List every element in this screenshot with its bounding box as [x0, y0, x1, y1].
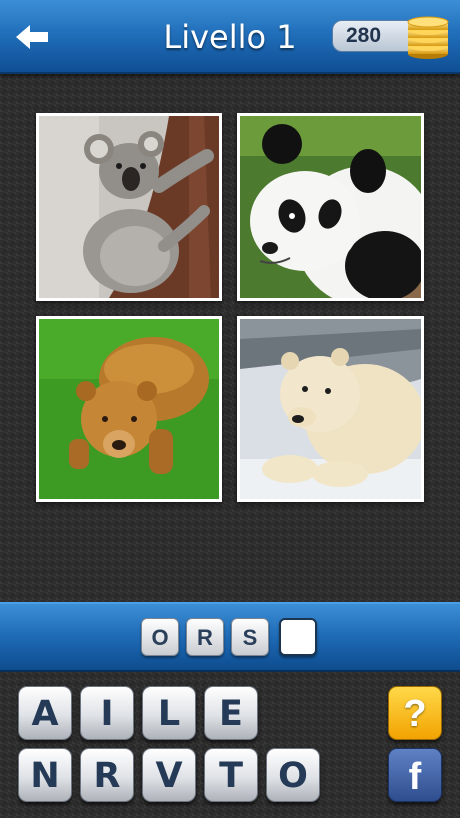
letter-key-v[interactable]: V — [142, 748, 196, 802]
top-bar: Livello 1 280 — [0, 0, 460, 74]
facebook-button[interactable]: f — [388, 748, 442, 802]
polar-bear-image — [240, 319, 421, 499]
letter-key-r[interactable]: R — [80, 748, 134, 802]
answer-slot-1[interactable]: O — [141, 618, 179, 656]
letter-key-i[interactable]: I — [80, 686, 134, 740]
koala-image — [39, 116, 219, 298]
letter-key-l[interactable]: L — [142, 686, 196, 740]
image-tile-koala[interactable] — [36, 113, 222, 301]
brown-bear-image — [39, 319, 219, 499]
letter-key-n[interactable]: N — [18, 748, 72, 802]
hint-button[interactable]: ? — [388, 686, 442, 740]
letter-key-t[interactable]: T — [204, 748, 258, 802]
letter-key-a[interactable]: A — [18, 686, 72, 740]
letter-key-o[interactable]: O — [266, 748, 320, 802]
image-tile-polar-bear[interactable] — [237, 316, 424, 502]
image-tile-brown-bear[interactable] — [36, 316, 222, 502]
answer-slot-4[interactable] — [279, 618, 317, 656]
image-tile-panda[interactable] — [237, 113, 424, 301]
answer-slot-2[interactable]: R — [186, 618, 224, 656]
answer-bar — [0, 602, 460, 672]
answer-slot-3[interactable]: S — [231, 618, 269, 656]
coin-stack-icon[interactable] — [404, 12, 452, 60]
panda-image — [240, 116, 421, 298]
letter-key-e[interactable]: E — [204, 686, 258, 740]
